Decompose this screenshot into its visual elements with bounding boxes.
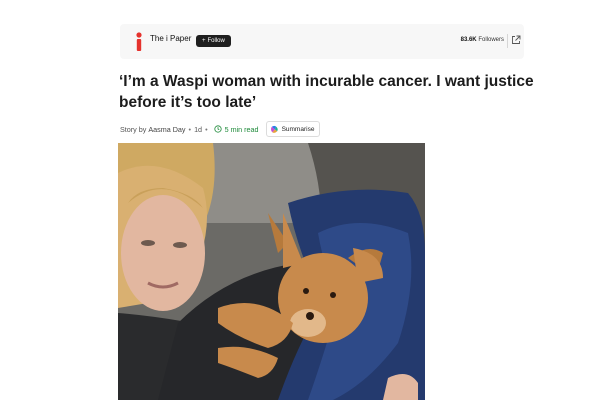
the-i-paper-logo-icon[interactable] — [134, 32, 144, 52]
separator-dot: • — [205, 124, 208, 134]
publisher-name[interactable]: The i Paper — [150, 34, 191, 43]
clock-icon — [213, 125, 222, 133]
summarise-label: Summarise — [281, 125, 315, 133]
read-time: 5 min read — [224, 124, 259, 134]
article-photo[interactable] — [118, 143, 425, 400]
author-link[interactable]: Aasma Day — [148, 125, 185, 134]
plus-icon: + — [202, 38, 206, 44]
byline-prefix: Story by — [120, 124, 147, 134]
separator-dot: • — [188, 124, 192, 134]
photo-woman-with-dog-icon — [118, 143, 425, 400]
follow-button[interactable]: + Follow — [196, 35, 231, 47]
byline: Story by Aasma Day • 1d • 5 min read Sum… — [120, 121, 321, 137]
followers-count: 83.6K Followers — [461, 37, 504, 43]
followers-number: 83.6K — [460, 37, 477, 43]
publisher-bar: The i Paper + Follow 83.6K Followers — [120, 24, 524, 59]
article-age: 1d — [194, 124, 203, 134]
copilot-icon — [270, 125, 278, 133]
followers-label: Followers — [478, 37, 504, 43]
article-headline: ‘I’m a Waspi woman with incurable cancer… — [119, 73, 534, 111]
summarise-button[interactable]: Summarise — [265, 121, 321, 137]
divider — [507, 34, 508, 48]
share-icon[interactable] — [511, 35, 521, 45]
follow-label: Follow — [207, 38, 225, 44]
